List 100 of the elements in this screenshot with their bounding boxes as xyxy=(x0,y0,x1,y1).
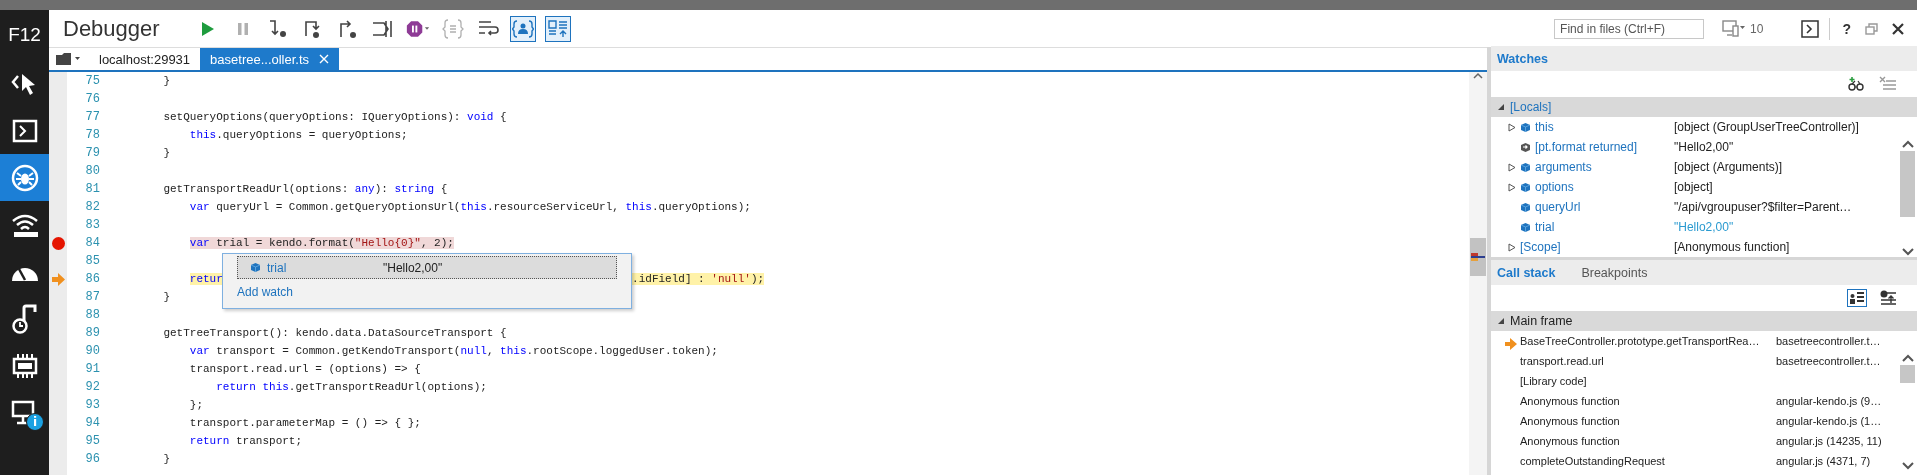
variable-name: [Scope] xyxy=(1520,240,1561,254)
code-line: return this.getTransportReadUrl(options); xyxy=(215,381,487,393)
collapsed-triangle-icon[interactable] xyxy=(1508,162,1516,172)
code-line: } xyxy=(162,291,170,303)
variable-name: trial xyxy=(267,260,288,275)
frame-name[interactable]: Anonymous function xyxy=(1520,395,1620,407)
frame-location: angular-kendo.js (1… xyxy=(1776,415,1882,427)
variable-icon xyxy=(1520,201,1531,213)
variable-icon xyxy=(1520,121,1531,133)
scroll-down-icon[interactable] xyxy=(1900,247,1915,257)
return-value-icon xyxy=(1520,141,1531,153)
exception-pause-icon xyxy=(406,18,430,39)
frame-name[interactable]: Anonymous function xyxy=(1520,415,1620,427)
tree-group-row[interactable]: Main frame xyxy=(1491,311,1917,331)
scroll-thumb[interactable] xyxy=(1470,238,1486,276)
scroll-up-icon[interactable] xyxy=(1900,139,1915,149)
variable-name: [pt.format returned] xyxy=(1535,140,1638,154)
line-number: 94 xyxy=(84,416,100,430)
scroll-up-icon[interactable] xyxy=(1900,353,1915,363)
info-badge: i xyxy=(26,413,44,431)
frame-location: basetreecontroller.t… xyxy=(1776,335,1881,347)
breakpoint-icon[interactable] xyxy=(51,236,65,250)
close-icon[interactable] xyxy=(319,54,330,64)
collapsed-triangle-icon[interactable] xyxy=(1508,242,1516,252)
line-number: 80 xyxy=(84,164,100,178)
expanded-triangle-icon[interactable] xyxy=(1497,317,1505,325)
chip-icon xyxy=(10,352,39,379)
line-number: 76 xyxy=(84,92,100,106)
braces-icon xyxy=(442,18,464,39)
pane-tab[interactable]: Call stack xyxy=(1495,265,1558,280)
collapsed-triangle-icon[interactable] xyxy=(1508,182,1516,192)
datatip-row[interactable]: trial "Hello2,00" xyxy=(237,256,617,279)
line-number: 89 xyxy=(84,326,100,340)
scroll-up-icon[interactable] xyxy=(1472,72,1484,80)
frame-name[interactable]: transport.read.url xyxy=(1520,355,1604,367)
add-watch-button[interactable] xyxy=(1845,74,1867,94)
scroll-thumb[interactable] xyxy=(1900,151,1915,217)
code-line: getTreeTransport(): kendo.data.DataSourceTransport { xyxy=(162,327,507,339)
add-watch-link[interactable]: Add watch xyxy=(237,285,294,299)
expanded-triangle-icon[interactable] xyxy=(1497,103,1505,111)
person-code-icon xyxy=(512,18,534,39)
toolbar-button[interactable] xyxy=(545,15,571,42)
frame-name[interactable]: BaseTreeController.prototype.getTransportRea… xyxy=(1520,335,1760,347)
line-number: 96 xyxy=(84,452,100,466)
target-dropdown[interactable]: 10 xyxy=(1720,17,1766,40)
panel-title: Debugger xyxy=(62,15,161,42)
line-number: 81 xyxy=(84,182,100,196)
variable-name: options xyxy=(1535,180,1574,194)
frame-location: basetreecontroller.t… xyxy=(1776,355,1881,367)
pane-title: Watches xyxy=(1496,51,1548,66)
variable-icon xyxy=(250,262,261,273)
scroll-thumb[interactable] xyxy=(1900,365,1915,383)
code-line: } xyxy=(162,453,170,465)
search-field[interactable]: Find in files (Ctrl+F) xyxy=(1554,18,1705,39)
line-number: 95 xyxy=(84,434,100,448)
variable-icon xyxy=(1520,161,1531,173)
source-map-icon xyxy=(547,18,569,39)
variable-value: [Anonymous function] xyxy=(1674,240,1790,254)
scroll-down-icon[interactable] xyxy=(1900,461,1915,471)
file-tab[interactable]: basetree...oller.ts xyxy=(200,48,340,70)
app-label: F12 xyxy=(8,24,41,46)
code-line: transport.parameterMap = () => { }; xyxy=(188,417,421,429)
variable-value: [object] xyxy=(1674,180,1713,194)
line-number: 75 xyxy=(84,74,100,88)
line-number: 92 xyxy=(84,380,100,394)
frame-name[interactable]: [Library code] xyxy=(1520,375,1587,387)
variable-name: trial xyxy=(1535,220,1555,234)
frame-name[interactable]: Anonymous function xyxy=(1520,435,1620,447)
pane-tab[interactable]: Breakpoints xyxy=(1579,265,1650,280)
play-icon xyxy=(201,20,215,37)
step-into-icon xyxy=(268,18,288,39)
code-line: var queryUrl = Common.getQueryOptionsUrl(this.resourceServiceUrl, this.queryOptions); xyxy=(188,201,751,213)
step-over-icon xyxy=(303,18,323,39)
line-number: 91 xyxy=(84,362,100,376)
help-button[interactable]: ? xyxy=(1838,18,1855,39)
code-line: return transport; xyxy=(188,435,303,447)
toolbar-button[interactable] xyxy=(510,15,536,42)
bug-icon xyxy=(10,163,39,192)
line-number: 82 xyxy=(84,200,100,214)
console-button[interactable] xyxy=(1799,17,1822,40)
code-line: var transport = Common.getKendoTransport(null, this.rootScope.loggedUser.token); xyxy=(188,345,718,357)
code-line: }; xyxy=(188,399,203,411)
file-tab[interactable]: localhost:29931 xyxy=(89,48,201,70)
code-line: this.queryOptions = queryOptions; xyxy=(188,129,408,141)
collapsed-triangle-icon[interactable] xyxy=(1508,122,1516,132)
frame-name[interactable]: completeOutstandingRequest xyxy=(1520,455,1665,467)
variable-icon xyxy=(1520,221,1531,233)
line-number: 87 xyxy=(84,290,100,304)
pause-icon xyxy=(238,22,248,35)
line-number: 88 xyxy=(84,308,100,322)
breakpoint-marker-icon xyxy=(1471,253,1485,261)
line-number: 79 xyxy=(84,146,100,160)
variable-value: "/api/vgroupuser?$filter=Parent… xyxy=(1674,200,1852,214)
line-number: 86 xyxy=(84,272,100,286)
code-line: setQueryOptions(queryOptions: IQueryOptions): void { xyxy=(162,111,507,123)
tree-group-row[interactable]: [Locals] xyxy=(1491,97,1917,117)
variable-name: queryUrl xyxy=(1535,200,1581,214)
line-number: 84 xyxy=(84,236,100,250)
code-line: } xyxy=(162,147,170,159)
show-library-frames-button[interactable] xyxy=(1847,289,1867,307)
